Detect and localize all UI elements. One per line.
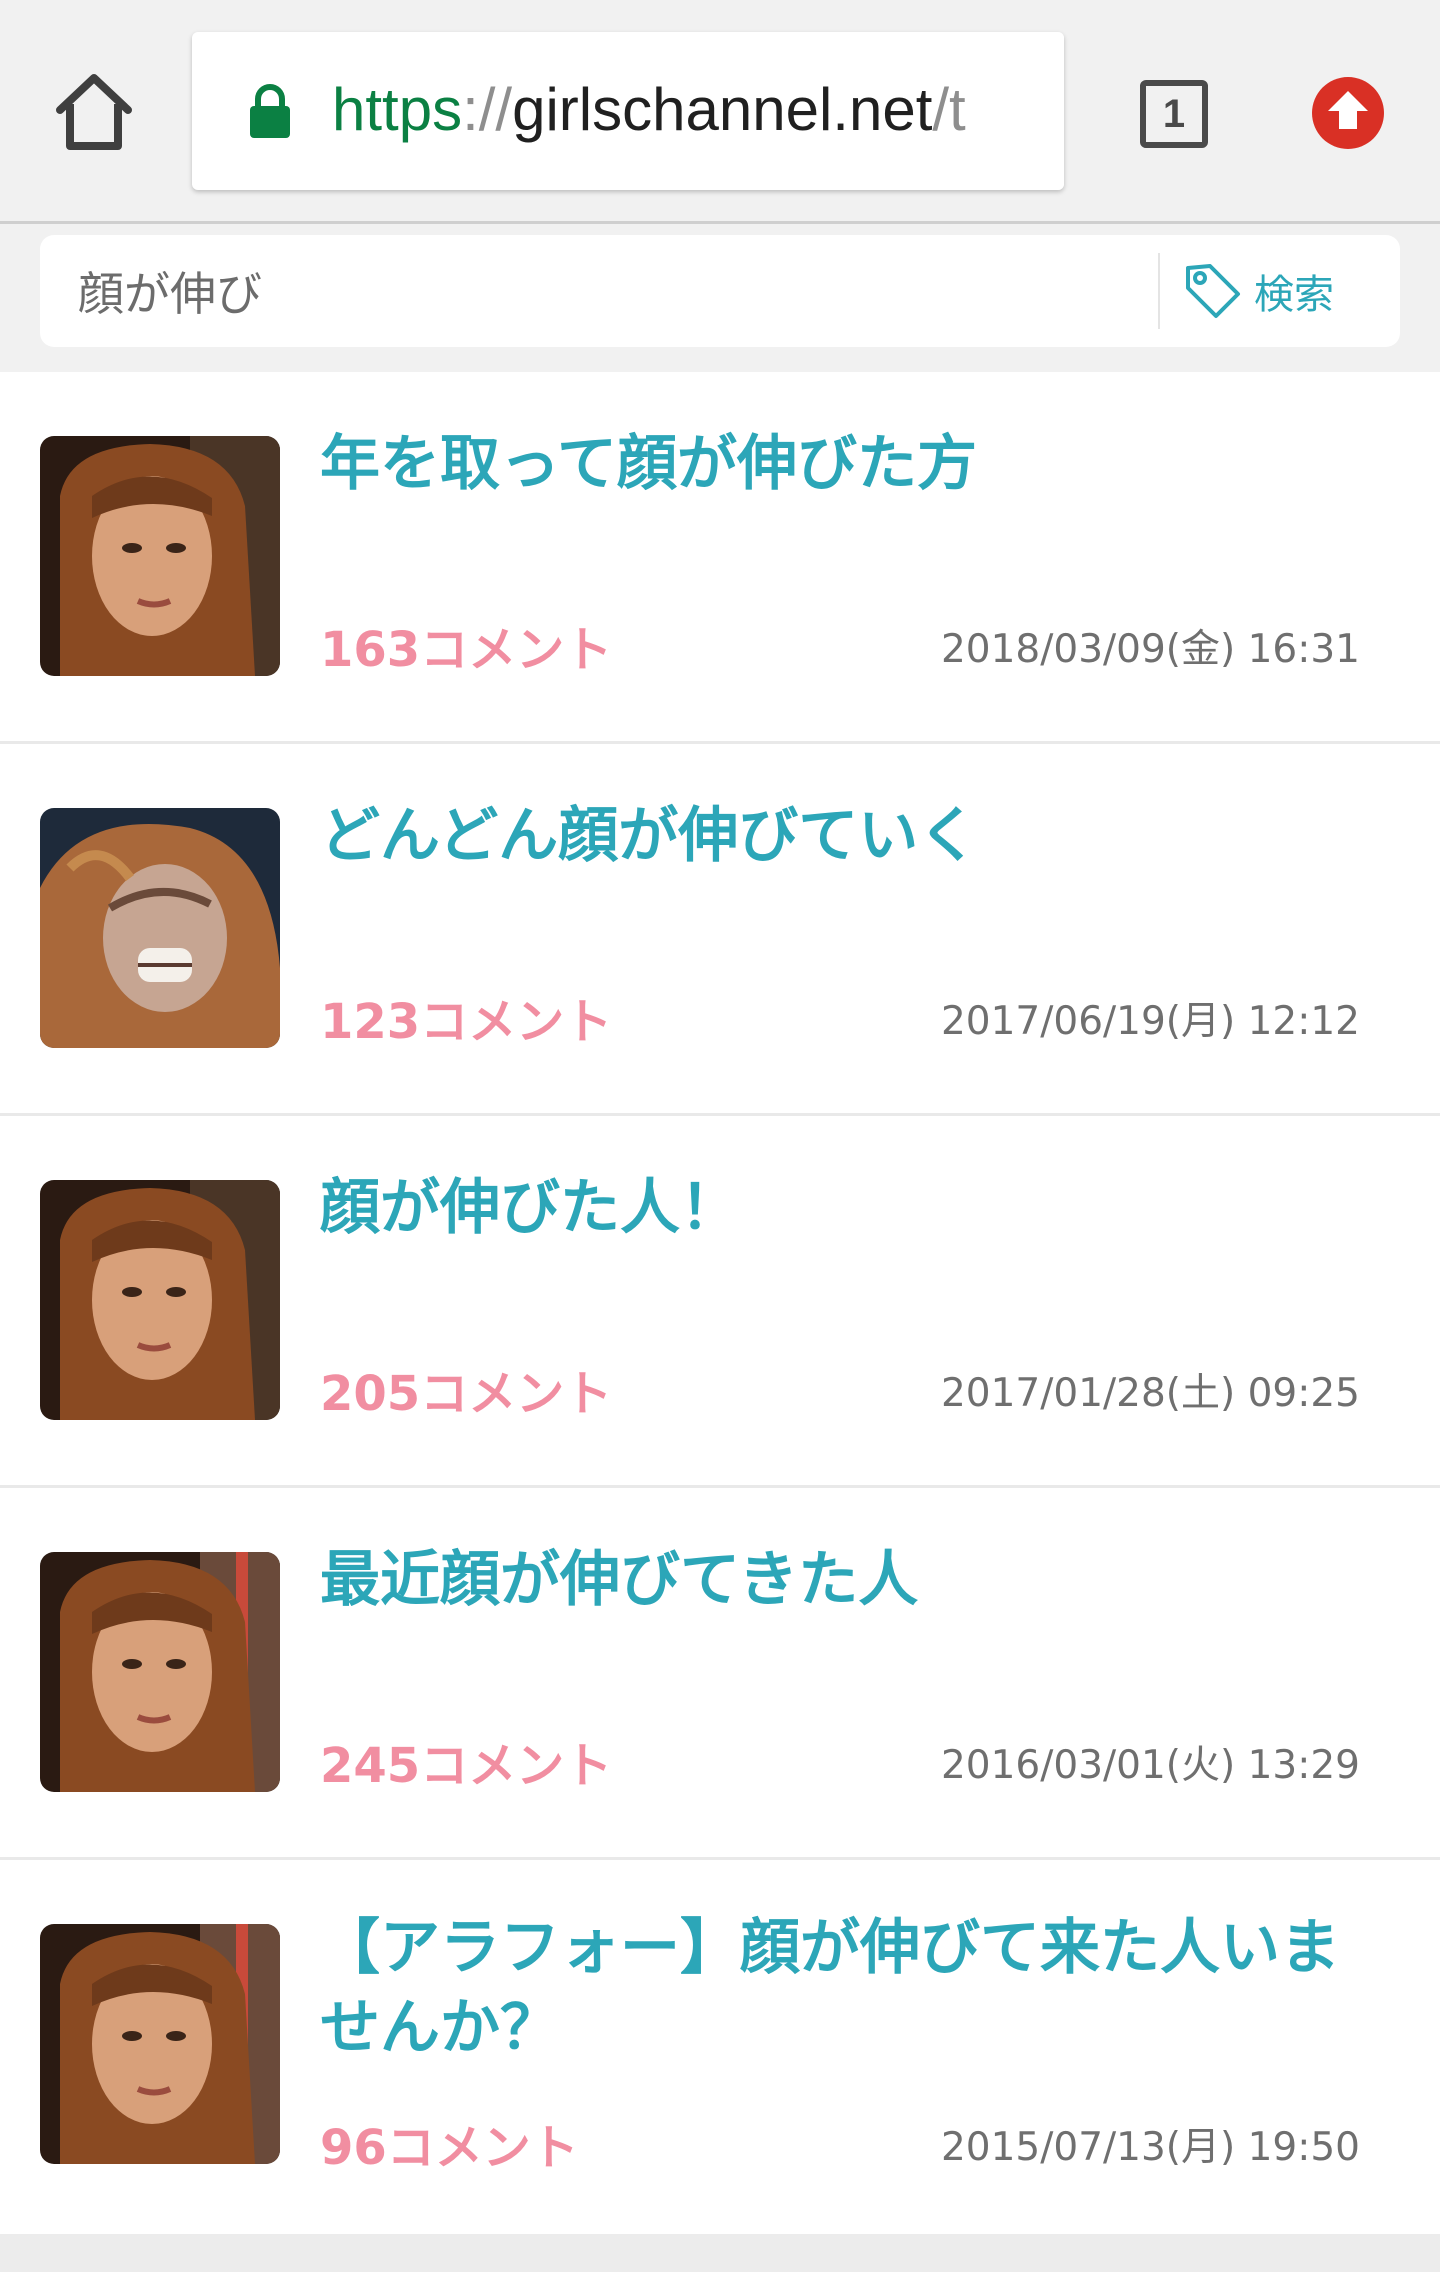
url-host: girlschannel.net (512, 76, 933, 143)
topic-thumbnail (40, 1552, 280, 1792)
topic-title[interactable]: どんどん顔が伸びていく (320, 796, 1360, 876)
url-text: https://girlschannel.net/t (332, 70, 966, 150)
topic-thumbnail (40, 1180, 280, 1420)
topic-thumbnail (40, 808, 280, 1048)
tag-icon (1182, 260, 1244, 322)
topic-date: 2017/06/19(月) 12:12 (940, 999, 1360, 1044)
topic-date: 2015/07/13(月) 19:50 (940, 2125, 1360, 2170)
lock-icon (248, 84, 292, 138)
url-separator: :// (462, 76, 513, 143)
search-box: 検索 (40, 235, 1400, 347)
search-input[interactable] (78, 261, 1158, 321)
topic-item[interactable]: 最近顔が伸びてきた人 245コメント 2016/03/01(火) 13:29 (0, 1488, 1440, 1860)
topic-thumbnail (40, 436, 280, 676)
topic-item[interactable]: 顔が伸びた人！ 205コメント 2017/01/28(土) 09:25 (0, 1116, 1440, 1488)
topic-date: 2018/03/09(金) 16:31 (940, 627, 1360, 672)
comment-count: 245コメント (320, 1738, 613, 1794)
upload-arrow-icon[interactable] (1312, 77, 1384, 149)
topic-title[interactable]: 顔が伸びた人！ (320, 1168, 1360, 1248)
topic-item[interactable]: 【アラフォー】顔が伸びて来た人いませんか？ 96コメント 2015/07/13(… (0, 1860, 1440, 2234)
url-scheme: https (332, 76, 463, 143)
topic-item[interactable]: 年を取って顔が伸びた方 163コメント 2018/03/09(金) 16:31 (0, 372, 1440, 744)
comment-count: 163コメント (320, 622, 613, 678)
topic-title[interactable]: 最近顔が伸びてきた人 (320, 1540, 1360, 1620)
comment-count: 96コメント (320, 2120, 579, 2176)
comment-count: 123コメント (320, 994, 613, 1050)
comment-count: 205コメント (320, 1366, 613, 1422)
search-strip: 検索 (0, 227, 1440, 372)
topic-title[interactable]: 年を取って顔が伸びた方 (320, 424, 1360, 504)
topic-thumbnail (40, 1924, 280, 2164)
tab-switcher-button[interactable]: 1 (1140, 80, 1208, 148)
search-button[interactable]: 検索 (1182, 257, 1382, 325)
address-bar[interactable]: https://girlschannel.net/t (192, 32, 1064, 190)
list-footer-gap (0, 2234, 1440, 2272)
topic-list: 年を取って顔が伸びた方 163コメント 2018/03/09(金) 16:31 … (0, 372, 1440, 2234)
search-divider (1158, 253, 1160, 329)
topic-date: 2017/01/28(土) 09:25 (940, 1371, 1360, 1416)
url-path: /t (932, 76, 966, 143)
search-button-label: 検索 (1254, 272, 1334, 318)
browser-toolbar: https://girlschannel.net/t 1 (0, 0, 1440, 224)
url-fade (1018, 32, 1064, 190)
home-icon[interactable] (52, 70, 136, 154)
topic-date: 2016/03/01(火) 13:29 (940, 1743, 1360, 1788)
topic-item[interactable]: どんどん顔が伸びていく 123コメント 2017/06/19(月) 12:12 (0, 744, 1440, 1116)
topic-title[interactable]: 【アラフォー】顔が伸びて来た人いませんか？ (320, 1908, 1360, 2068)
